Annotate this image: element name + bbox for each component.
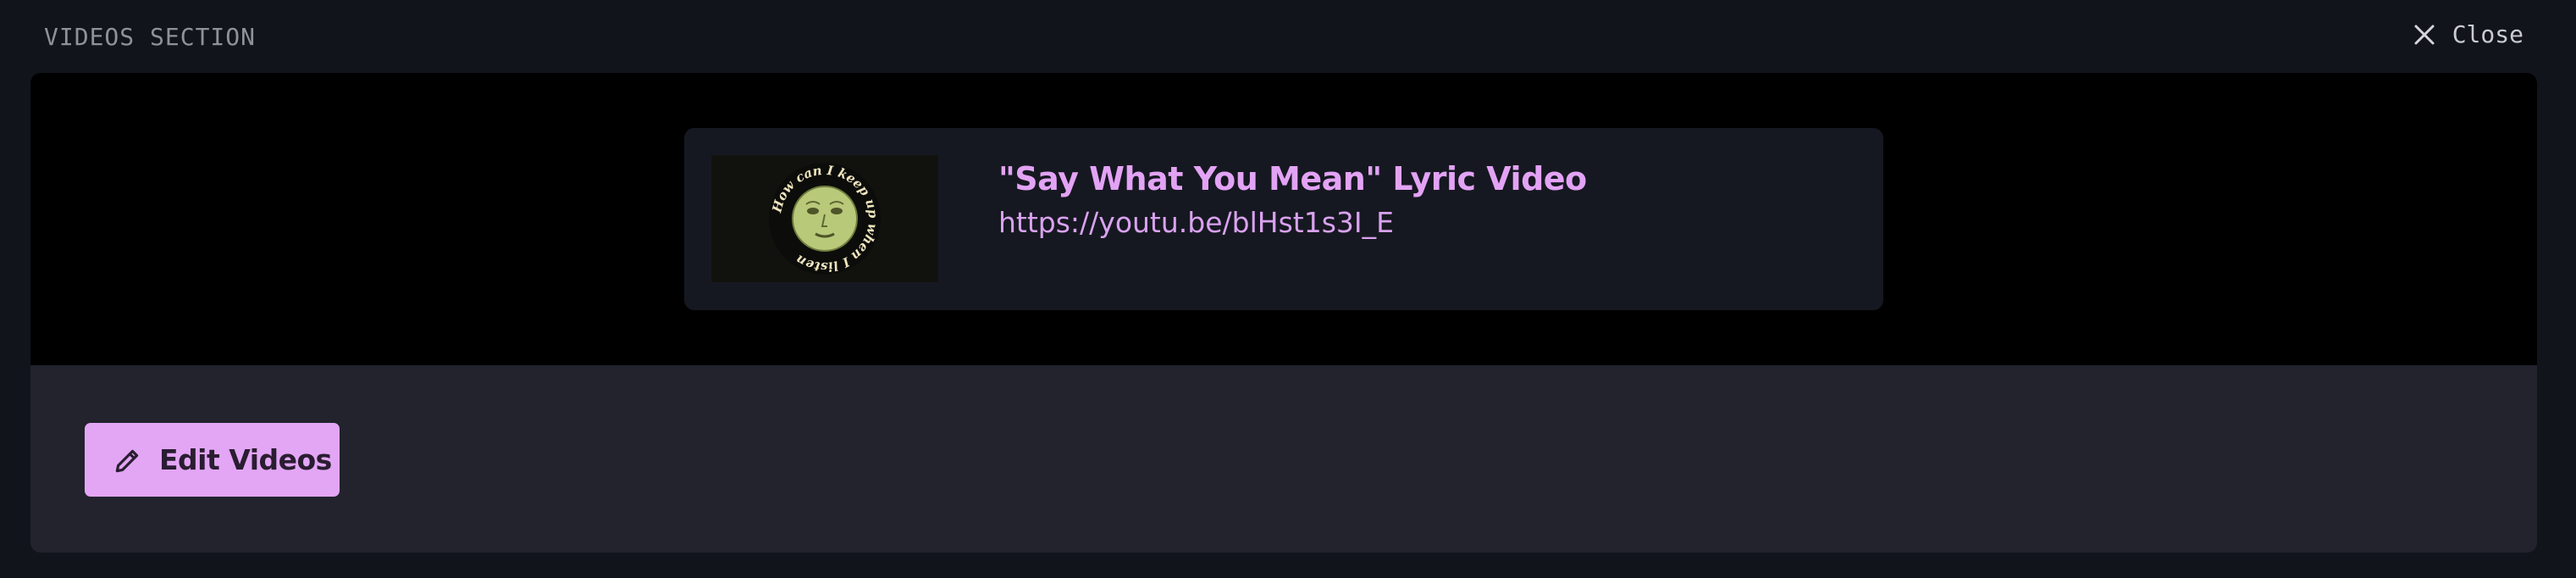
video-title[interactable]: "Say What You Mean" Lyric Video xyxy=(998,160,1587,197)
edit-videos-label: Edit Videos xyxy=(159,443,332,476)
video-thumbnail: How can I keep up when I listen xyxy=(711,155,938,282)
close-label: Close xyxy=(2452,20,2523,48)
close-icon xyxy=(2414,25,2435,44)
section-header: VIDEOS SECTION Close xyxy=(0,0,2576,73)
video-card[interactable]: How can I keep up when I listen "Say Wha… xyxy=(684,128,1883,310)
close-button[interactable]: Close xyxy=(2413,20,2523,48)
videos-panel: How can I keep up when I listen "Say Wha… xyxy=(30,73,2537,553)
video-url-link[interactable]: https://youtu.be/blHst1s3I_E xyxy=(998,206,1394,239)
moon-face-thumbnail-icon: How can I keep up when I listen xyxy=(711,155,938,282)
pencil-icon xyxy=(115,449,139,472)
edit-videos-button[interactable]: Edit Videos xyxy=(85,423,340,497)
section-title: VIDEOS SECTION xyxy=(44,23,257,51)
videos-preview: How can I keep up when I listen "Say Wha… xyxy=(30,73,2537,365)
